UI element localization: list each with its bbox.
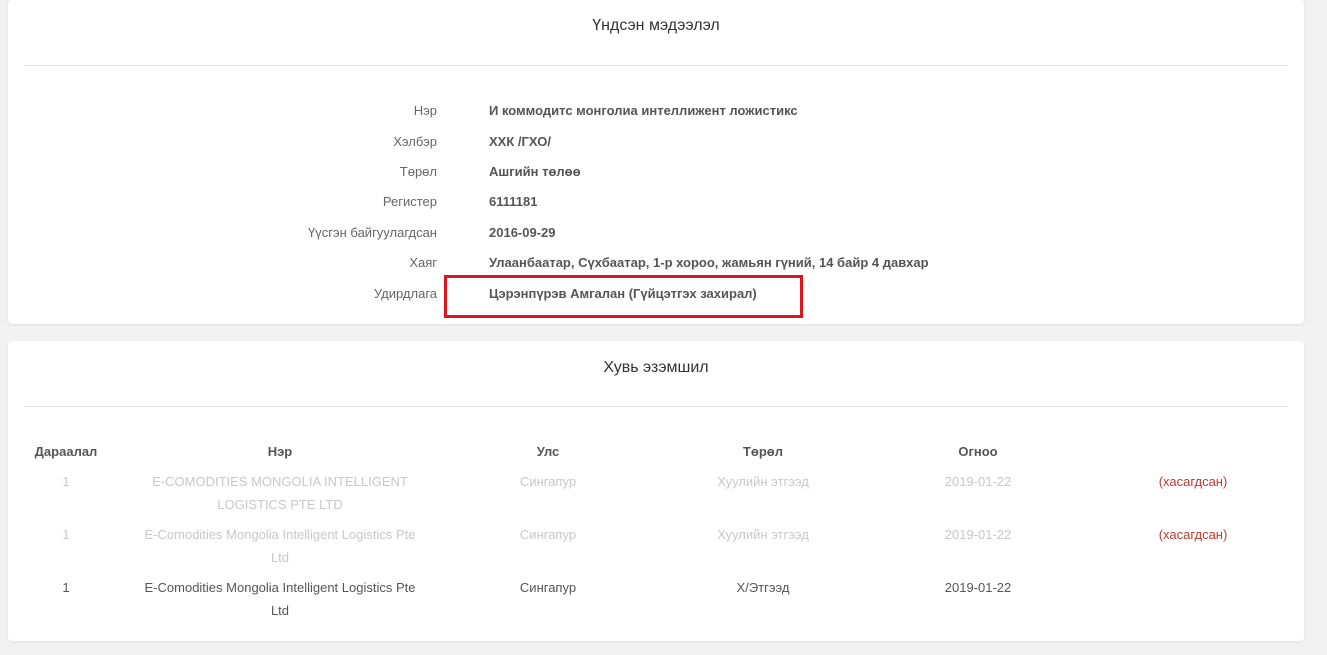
basic-info-card: Үндсэн мэдээлэл Нэр И коммодитс монголиа… [8,0,1304,324]
cell-name-line2: Ltd [270,550,290,565]
info-row-register: Регистер 6111181 [8,194,1304,216]
divider [24,406,1288,407]
info-value: И коммодитс монголиа интеллижент ложисти… [489,103,798,118]
status-removed: (хасагдсан) [1158,474,1228,489]
info-row-type: Төрөл Ашгийн төлөө [8,164,1304,186]
info-value: 6111181 [489,194,538,209]
ownership-title: Хувь эзэмшил [603,359,709,376]
status-removed: (хасагдсан) [1158,527,1228,542]
basic-info-title: Үндсэн мэдээлэл [592,17,720,34]
info-label: Регистер [382,194,437,209]
info-label: Удирдлага [373,286,437,301]
cell-order: 1 [62,474,70,489]
cell-type: Х/Этгээд [736,580,790,595]
cell-country: Сингапур [519,527,577,542]
info-row-name: Нэр И коммодитс монголиа интеллижент лож… [8,103,1304,125]
info-label: Хаяг [409,255,437,270]
column-header-order: Дараалал [34,444,98,459]
info-value: 2016-09-29 [489,225,556,240]
cell-date: 2019-01-22 [944,474,1012,489]
highlight-box [444,275,803,318]
cell-name-line2: Ltd [270,603,290,618]
cell-type: Хуулийн этгээд [717,474,809,489]
cell-name: E-Comodities Mongolia Intelligent Logist… [144,580,416,595]
cell-name: E-Comodities Mongolia Intelligent Logist… [144,527,416,542]
info-label: Нэр [413,103,437,118]
ownership-card: Хувь эзэмшил Дараалал Нэр Улс Төрөл Огно… [8,341,1304,641]
info-label: Үүсгэн байгуулагдсан [308,225,437,240]
cell-country: Сингапур [519,580,577,595]
info-row-founded: Үүсгэн байгуулагдсан 2016-09-29 [8,225,1304,247]
column-header-type: Төрөл [742,444,784,459]
info-row-form: Хэлбэр ХХК /ГХО/ [8,134,1304,156]
info-value: ХХК /ГХО/ [489,134,551,149]
cell-type: Хуулийн этгээд [717,527,809,542]
cell-date: 2019-01-22 [944,527,1012,542]
column-header-name: Нэр [267,444,293,459]
info-row-address: Хаяг Улаанбаатар, Сүхбаатар, 1-р хороо, … [8,255,1304,277]
cell-order: 1 [62,527,70,542]
cell-name: E-COMODITIES MONGOLIA INTELLIGENT [152,474,408,489]
info-value: Улаанбаатар, Сүхбаатар, 1-р хороо, жамья… [489,255,929,270]
info-label: Төрөл [399,164,437,179]
column-header-date: Огноо [958,444,998,459]
cell-name-line2: LOGISTICS PTE LTD [217,497,343,512]
divider [24,65,1288,66]
column-header-country: Улс [536,444,560,459]
cell-date: 2019-01-22 [944,580,1012,595]
cell-order: 1 [62,580,70,595]
cell-country: Сингапур [519,474,577,489]
info-value: Ашгийн төлөө [489,164,581,179]
info-label: Хэлбэр [393,134,437,149]
